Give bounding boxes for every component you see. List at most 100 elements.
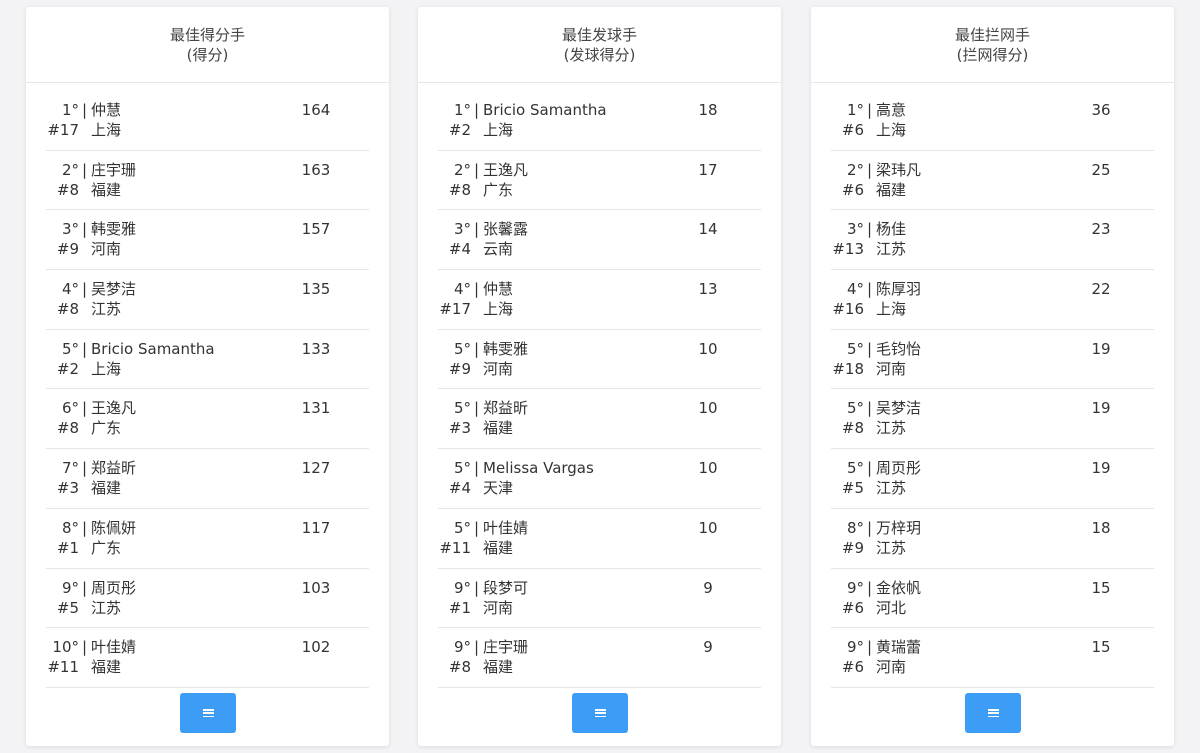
jersey-number: #8 xyxy=(448,658,471,677)
panel-subtitle: (拦网得分) xyxy=(956,46,1029,64)
rank: 4° xyxy=(846,280,864,299)
ranking-row: 5° | Bricio Samantha #2 上海 133 xyxy=(46,330,369,390)
separator: | xyxy=(867,280,873,299)
ranking-row: 2° | 王逸凡 #8 广东 17 xyxy=(438,151,761,211)
rank: 8° xyxy=(846,518,864,537)
score-value: 25 xyxy=(1091,160,1111,179)
rank: 1° xyxy=(61,101,79,119)
team-name: 上海 xyxy=(876,121,907,139)
panel-title: 最佳发球手 xyxy=(561,26,637,44)
team-name: 上海 xyxy=(483,300,514,319)
rank: 3° xyxy=(61,220,79,239)
jersey-number: #3 xyxy=(448,419,471,438)
ranking-row: 4° | 吴梦洁 #8 江苏 135 xyxy=(46,270,369,330)
player-name: 吴梦洁 xyxy=(91,280,137,299)
ranking-row: 10° | 叶佳婧 #11 福建 102 xyxy=(46,628,369,688)
jersey-number: #13 xyxy=(832,240,864,259)
team-name: 福建 xyxy=(91,658,122,677)
panel-best-server: 最佳发球手 (发球得分) 1° | Bricio Samantha #2 上海 18 2° |… xyxy=(418,7,781,746)
rank: 10° xyxy=(52,638,79,657)
rank: 3° xyxy=(846,220,864,239)
ranking-row: 2° | 梁玮凡 #6 福建 25 xyxy=(831,151,1154,211)
menu-button[interactable] xyxy=(180,693,236,733)
player-name: Bricio Samantha xyxy=(91,339,215,358)
separator: | xyxy=(474,160,480,179)
ranking-row: 5° | 周页彤 #5 江苏 19 xyxy=(831,449,1154,509)
menu-button[interactable] xyxy=(965,693,1021,733)
ranking-row: 5° | 吴梦洁 #8 江苏 19 xyxy=(831,389,1154,450)
score-value: 135 xyxy=(301,280,331,299)
jersey-number: #1 xyxy=(448,598,471,617)
ranking-row: 3° | 韩雯雅 #9 河南 157 xyxy=(46,210,369,271)
jersey-number: #6 xyxy=(841,598,864,617)
leaderboard-page: 最佳得分手 (得分) 1° | 仲慧 #17 上海 164 2° | 庄宇珊 #8 福建 163 3° |… xyxy=(0,0,1200,753)
separator: | xyxy=(82,101,88,119)
ranking-row: 9° | 庄宇珊 #8 福建 9 xyxy=(438,628,761,688)
separator: | xyxy=(867,339,873,358)
ranking-list: 1° | Bricio Samantha #2 上海 18 2° | 王逸凡 #8 广东 17 3° | 张… xyxy=(438,91,761,688)
separator: | xyxy=(82,280,88,299)
ranking-row: 1° | Bricio Samantha #2 上海 18 xyxy=(438,91,761,151)
team-name: 江苏 xyxy=(876,479,907,498)
score-value: 15 xyxy=(1091,578,1111,597)
ranking-row: 5° | 韩雯雅 #9 河南 10 xyxy=(438,330,761,390)
rank: 5° xyxy=(61,339,79,358)
rank: 8° xyxy=(61,518,79,537)
menu-icon xyxy=(594,709,606,717)
rank: 9° xyxy=(846,638,864,657)
ranking-row: 9° | 段梦可 #1 河南 9 xyxy=(438,569,761,629)
rank: 2° xyxy=(846,160,864,179)
jersey-number: #11 xyxy=(47,658,79,677)
panel-header: 最佳拦网手 (拦网得分) xyxy=(811,7,1174,83)
jersey-number: #8 xyxy=(448,180,471,199)
ranking-row: 7° | 郑益昕 #3 福建 127 xyxy=(46,449,369,509)
separator: | xyxy=(474,459,480,478)
team-name: 福建 xyxy=(483,538,514,557)
separator: | xyxy=(867,518,873,537)
rank: 4° xyxy=(61,280,79,299)
panel-subtitle: (发球得分) xyxy=(563,46,636,64)
score-value: 19 xyxy=(1091,339,1111,358)
team-name: 河北 xyxy=(876,598,907,617)
player-name: 周页彤 xyxy=(876,459,922,478)
team-name: 云南 xyxy=(483,240,514,259)
rank: 5° xyxy=(453,518,471,537)
jersey-number: #5 xyxy=(841,479,864,498)
player-name: 金依帆 xyxy=(876,578,922,597)
panel-header: 最佳得分手 (得分) xyxy=(26,7,389,83)
team-name: 江苏 xyxy=(876,419,907,438)
separator: | xyxy=(867,459,873,478)
separator: | xyxy=(82,399,88,418)
separator: | xyxy=(474,101,480,119)
jersey-number: #4 xyxy=(448,479,471,498)
rank: 5° xyxy=(453,339,471,358)
team-name: 上海 xyxy=(91,121,122,139)
player-name: 高意 xyxy=(876,101,907,119)
rank: 5° xyxy=(846,339,864,358)
ranking-row: 5° | Melissa Vargas #4 天津 10 xyxy=(438,449,761,509)
player-name: 王逸凡 xyxy=(91,399,137,418)
player-name: Melissa Vargas xyxy=(483,459,594,478)
jersey-number: #9 xyxy=(448,359,471,378)
ranking-row: 5° | 毛钧怡 #18 河南 19 xyxy=(831,330,1154,390)
ranking-row: 5° | 郑益昕 #3 福建 10 xyxy=(438,389,761,450)
team-name: 上海 xyxy=(483,121,514,139)
team-name: 广东 xyxy=(91,419,122,438)
menu-button[interactable] xyxy=(572,693,628,733)
separator: | xyxy=(474,280,480,299)
rank: 9° xyxy=(61,578,79,597)
score-value: 18 xyxy=(1091,518,1111,537)
jersey-number: #6 xyxy=(841,180,864,199)
separator: | xyxy=(474,339,480,358)
separator: | xyxy=(867,638,873,657)
ranking-row: 6° | 王逸凡 #8 广东 131 xyxy=(46,389,369,450)
menu-icon xyxy=(987,709,999,717)
player-name: 陈厚羽 xyxy=(876,280,922,299)
rank: 9° xyxy=(846,578,864,597)
score-value: 14 xyxy=(698,220,718,239)
ranking-row: 8° | 万梓玥 #9 江苏 18 xyxy=(831,509,1154,569)
separator: | xyxy=(474,638,480,657)
jersey-number: #17 xyxy=(439,300,471,319)
ranking-row: 4° | 陈厚羽 #16 上海 22 xyxy=(831,270,1154,330)
player-name: 杨佳 xyxy=(876,220,907,239)
